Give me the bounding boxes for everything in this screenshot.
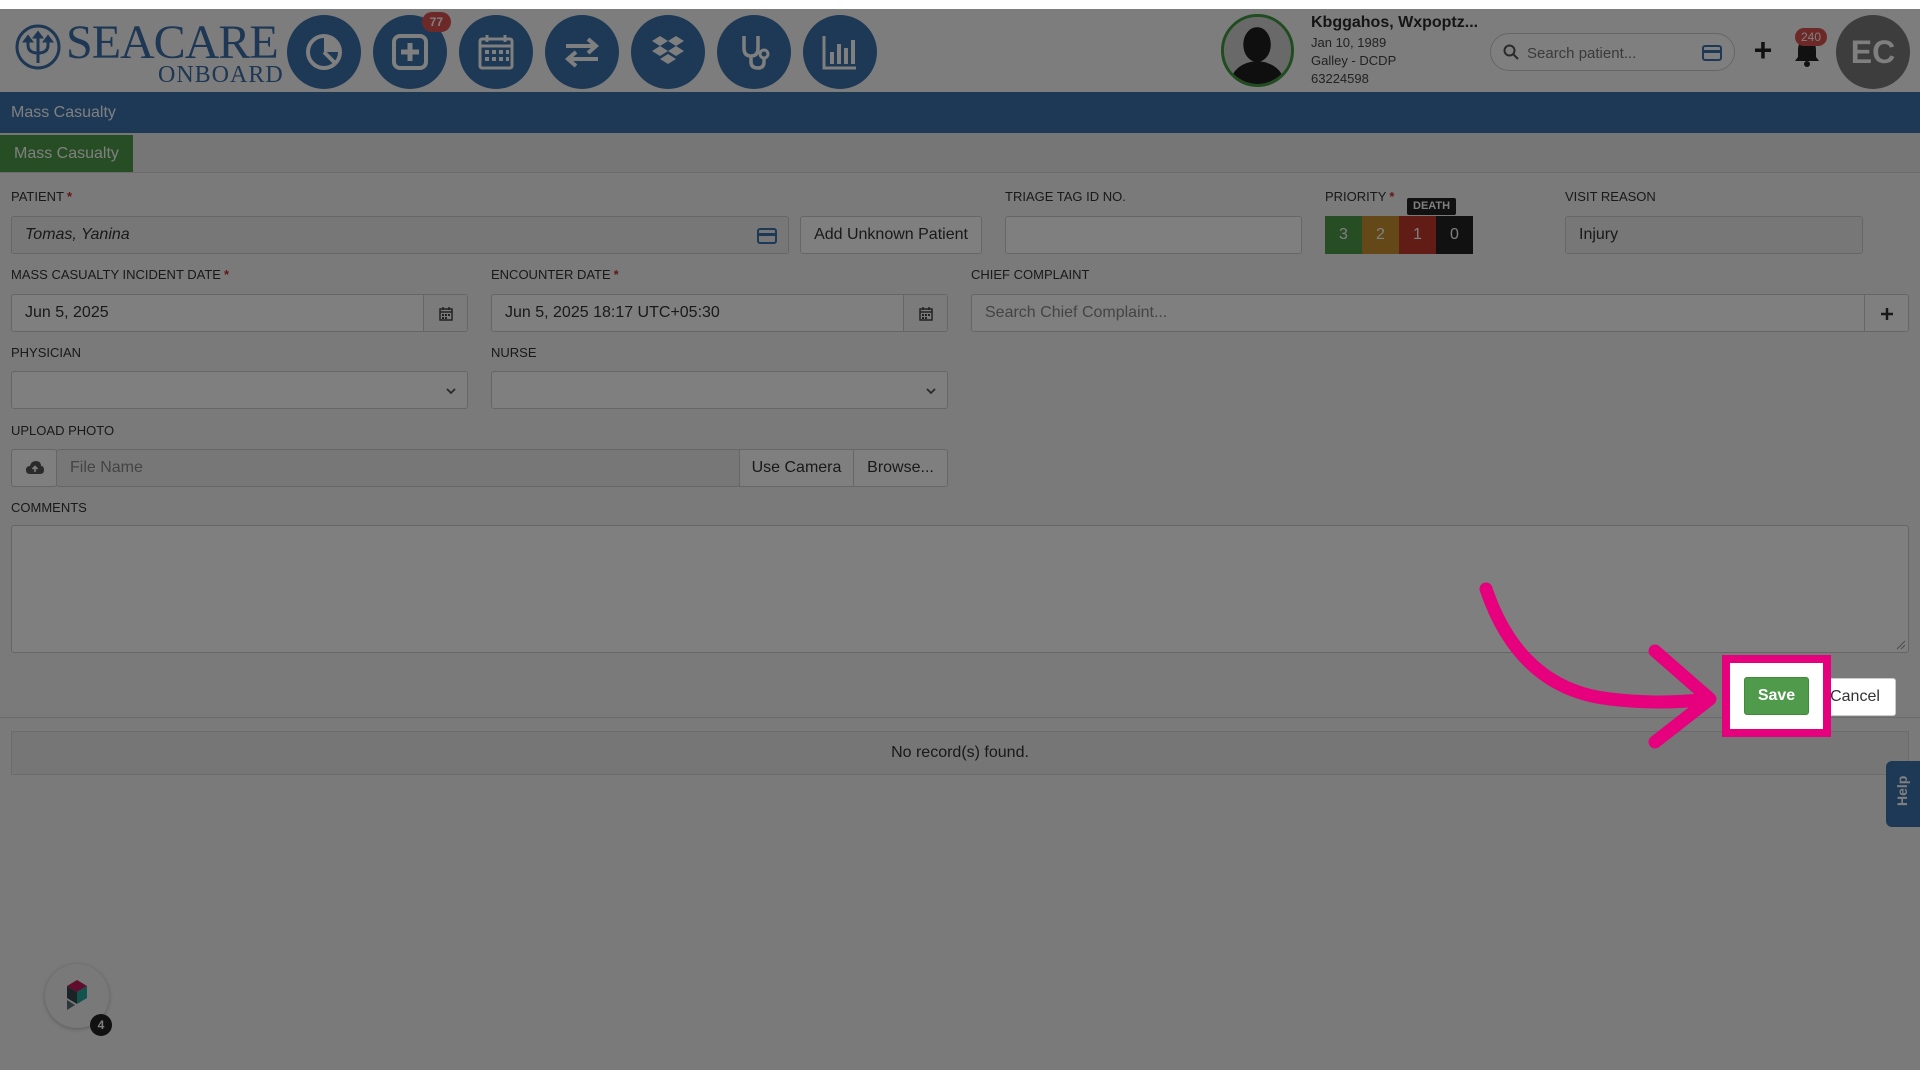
app-window: SEACARE ONBOARD 77 Kbggahos, Wxpop — [0, 9, 1920, 1070]
save-button[interactable]: Save — [1744, 677, 1809, 715]
pointer-arrow-icon — [1479, 582, 1717, 749]
dim-overlay — [0, 9, 1920, 1070]
